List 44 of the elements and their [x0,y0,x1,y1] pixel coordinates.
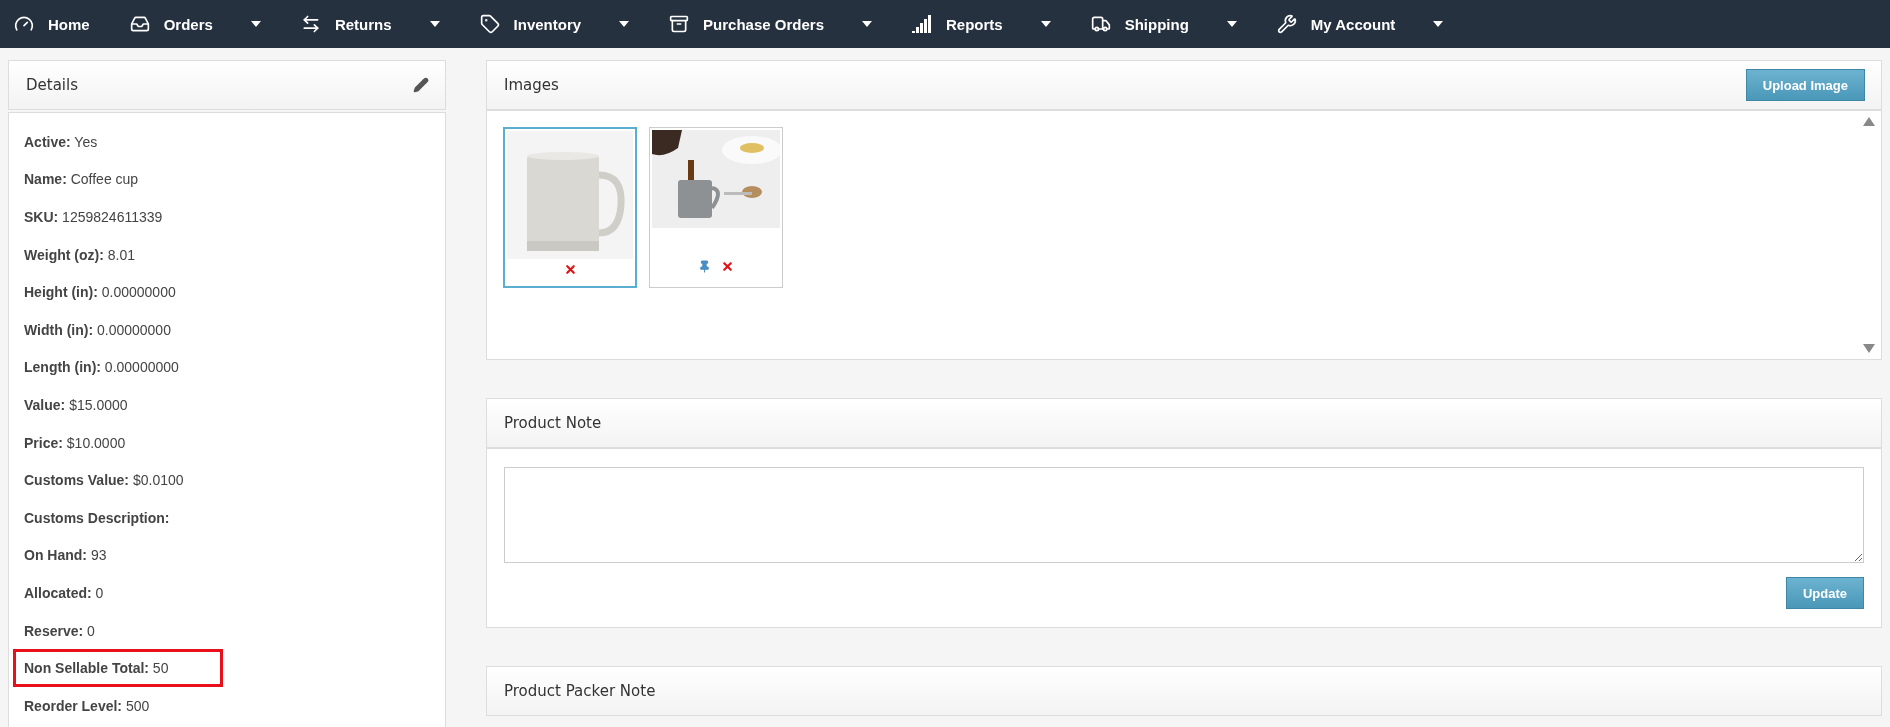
detail-field: On Hand: 93 [13,536,162,575]
nav-menu-item[interactable]: Shipping [1090,14,1237,34]
nav-menu-item[interactable]: Home [14,14,90,34]
note-field[interactable] [504,467,1864,563]
detail-field: Length (in): 0.00000000 [13,348,234,387]
truck-icon [1090,14,1111,34]
detail-field: Name: Coffee cup [13,160,194,199]
panel-title: Product Packer Note [504,682,656,700]
panel-title: Details [26,76,78,94]
pin-icon[interactable] [698,260,711,273]
detail-field: Customs Value: $0.0100 [13,461,239,500]
delete-icon[interactable] [721,260,734,273]
detail-field: Reorder Level: 500 [13,686,205,725]
nav-menu-item[interactable]: Purchase Orders [669,14,872,34]
signal-bars-icon [912,15,932,33]
wrench-icon [1276,14,1297,34]
edit-icon[interactable] [413,77,429,93]
nav-menu-item[interactable]: My Account [1276,14,1444,34]
detail-field: Height (in): 0.00000000 [13,273,231,312]
panel-title: Images [504,76,559,94]
nav-menu-item[interactable]: Returns [300,14,440,34]
detail-field: Price: $10.0000 [13,423,181,462]
detail-field: Reserve: 0 [13,611,150,650]
inbox-icon [129,14,150,34]
detail-field: Customs Description: [13,498,225,537]
dashboard-icon [14,14,34,34]
nav-menu-item[interactable]: Inventory [479,14,630,34]
scroll-up-icon[interactable] [1863,117,1875,126]
nav-menu-item[interactable]: Reports [912,15,1051,33]
box-icon [669,14,690,34]
scroll-down-icon[interactable] [1863,344,1875,353]
nav-menu-item[interactable]: Orders [129,14,261,34]
detail-field: Allocated: 0 [13,573,159,612]
detail-field: SKU: 1259824611339 [13,198,218,236]
image-thumbnail[interactable] [649,127,783,288]
delete-icon[interactable] [563,263,577,276]
panel-title: Product Note [504,414,602,432]
detail-field: Non Sellable Total: 50 [13,649,224,688]
detail-field: Value: $15.0000 [13,385,183,424]
detail-field: Weight (oz): 8.01 [13,235,190,274]
image-thumbnail[interactable] [503,127,637,288]
detail-field: Active: Yes [13,122,153,161]
tag-icon [479,14,500,34]
detail-field: Width (in): 0.00000000 [13,310,226,349]
